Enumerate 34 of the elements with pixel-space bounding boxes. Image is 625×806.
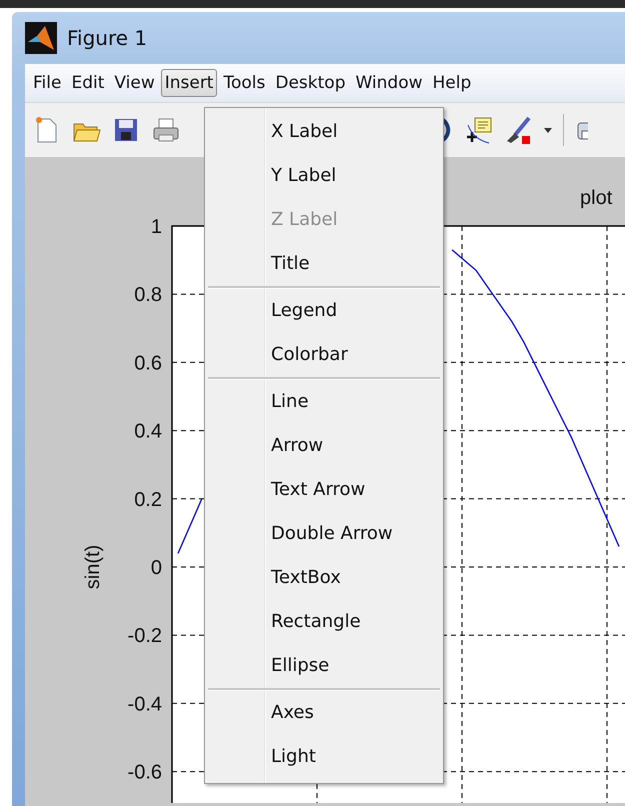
menu-item[interactable]: Help	[428, 69, 476, 97]
menu-entry[interactable]: Ellipse	[205, 644, 443, 688]
menu-item[interactable]: Desktop	[271, 69, 350, 97]
menu-entry[interactable]: Arrow	[205, 424, 443, 468]
menu-entry[interactable]: Light	[205, 735, 443, 779]
menu-entry[interactable]: Line	[205, 380, 443, 424]
y-tick-label: -0.4	[128, 693, 162, 716]
y-tick-label: 1	[150, 216, 162, 238]
y-tick-label: 0.6	[134, 352, 162, 374]
y-tick-label: 0.2	[134, 488, 162, 511]
menu-entry[interactable]: Text Arrow	[205, 468, 443, 512]
y-tick-label: -0.2	[128, 625, 162, 648]
menu-entry[interactable]: Colorbar	[205, 333, 443, 377]
menu-entry[interactable]: Axes	[205, 691, 443, 735]
menu-entry[interactable]: Double Arrow	[205, 512, 443, 556]
app-logo-icon	[25, 22, 57, 54]
y-tick-label: 0	[150, 557, 162, 579]
menu-entry[interactable]: Rectangle	[205, 600, 443, 644]
y-axis-label: sin(t)	[82, 544, 104, 590]
plot-title: plot	[580, 187, 612, 209]
menu-entry[interactable]: Legend	[205, 289, 443, 333]
menu-item[interactable]: Edit	[67, 69, 108, 97]
window-title: Figure 1	[67, 26, 148, 50]
menu-item[interactable]: Tools	[219, 69, 270, 97]
menu-entry[interactable]: Title	[205, 242, 443, 286]
menu-item[interactable]: File	[29, 69, 66, 97]
y-tick-label: 0.8	[134, 284, 162, 306]
menu-item[interactable]: Insert	[160, 69, 218, 97]
menu-item[interactable]: View	[110, 69, 159, 97]
y-tick-label: 0.4	[134, 420, 162, 443]
y-tick-label: -0.6	[128, 762, 162, 784]
menu-entry[interactable]: Y Label	[205, 154, 443, 198]
menu-entry[interactable]: TextBox	[205, 556, 443, 600]
menu-item[interactable]: Window	[351, 69, 427, 97]
